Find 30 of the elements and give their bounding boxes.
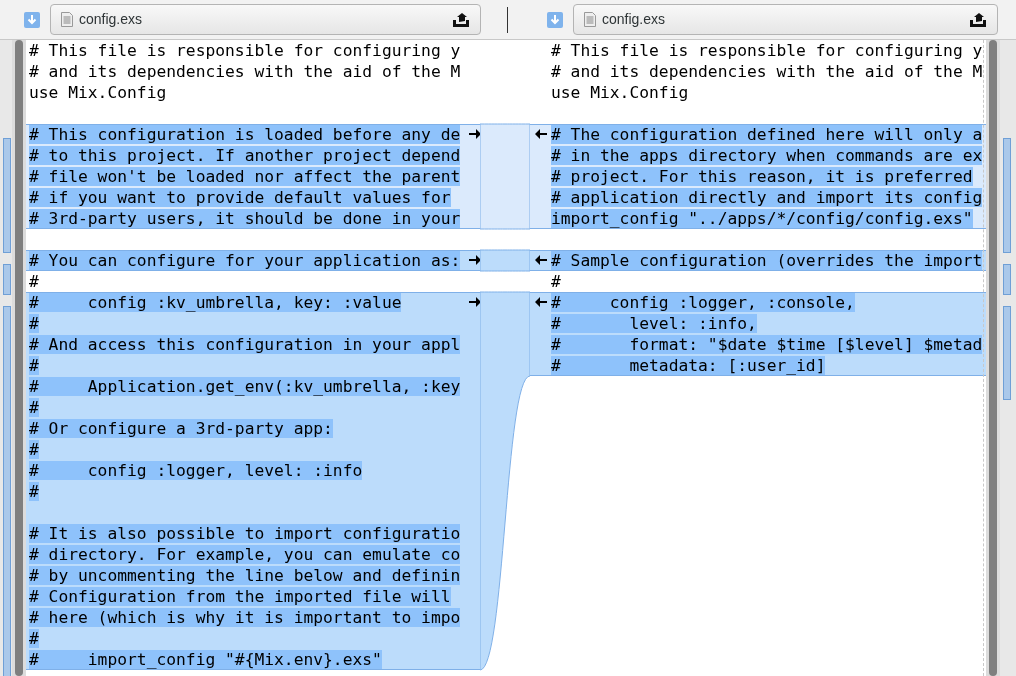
arrow-left-icon[interactable]: [535, 296, 547, 308]
change-marker[interactable]: [1003, 306, 1011, 400]
change-marker[interactable]: [3, 306, 11, 676]
file-button[interactable]: config.exs: [50, 4, 481, 35]
change-marker[interactable]: [3, 264, 11, 295]
change-marker[interactable]: [1003, 264, 1011, 295]
arrow-left-icon[interactable]: [535, 254, 547, 266]
save-icon: [452, 11, 470, 28]
code-line: use Mix.Config: [551, 83, 689, 102]
code-line: use Mix.Config: [29, 83, 167, 102]
arrow-down-icon[interactable]: [547, 11, 563, 28]
change-marker[interactable]: [3, 138, 11, 253]
code-line: # and its dependencies with the aid of the M: [551, 62, 983, 81]
code-line: #: [551, 272, 561, 291]
code-line: # This file is responsible for configuring y: [29, 41, 461, 60]
scrollbar[interactable]: [989, 40, 997, 676]
document-icon: [61, 12, 73, 27]
scrollbar[interactable]: [15, 40, 23, 676]
arrow-down-icon[interactable]: [24, 11, 40, 28]
file-button[interactable]: config.exs: [573, 4, 998, 35]
arrow-right-icon[interactable]: [469, 254, 480, 266]
save-icon: [969, 11, 987, 28]
arrow-right-icon[interactable]: [469, 128, 480, 140]
code-line: # This file is responsible for configuring y: [551, 41, 983, 60]
arrow-left-icon[interactable]: [535, 128, 547, 140]
change-marker[interactable]: [1003, 138, 1011, 253]
code-line: #: [29, 272, 39, 291]
arrow-right-icon[interactable]: [469, 296, 480, 308]
code-line: # and its dependencies with the aid of the M: [29, 62, 461, 81]
document-icon: [584, 12, 596, 27]
